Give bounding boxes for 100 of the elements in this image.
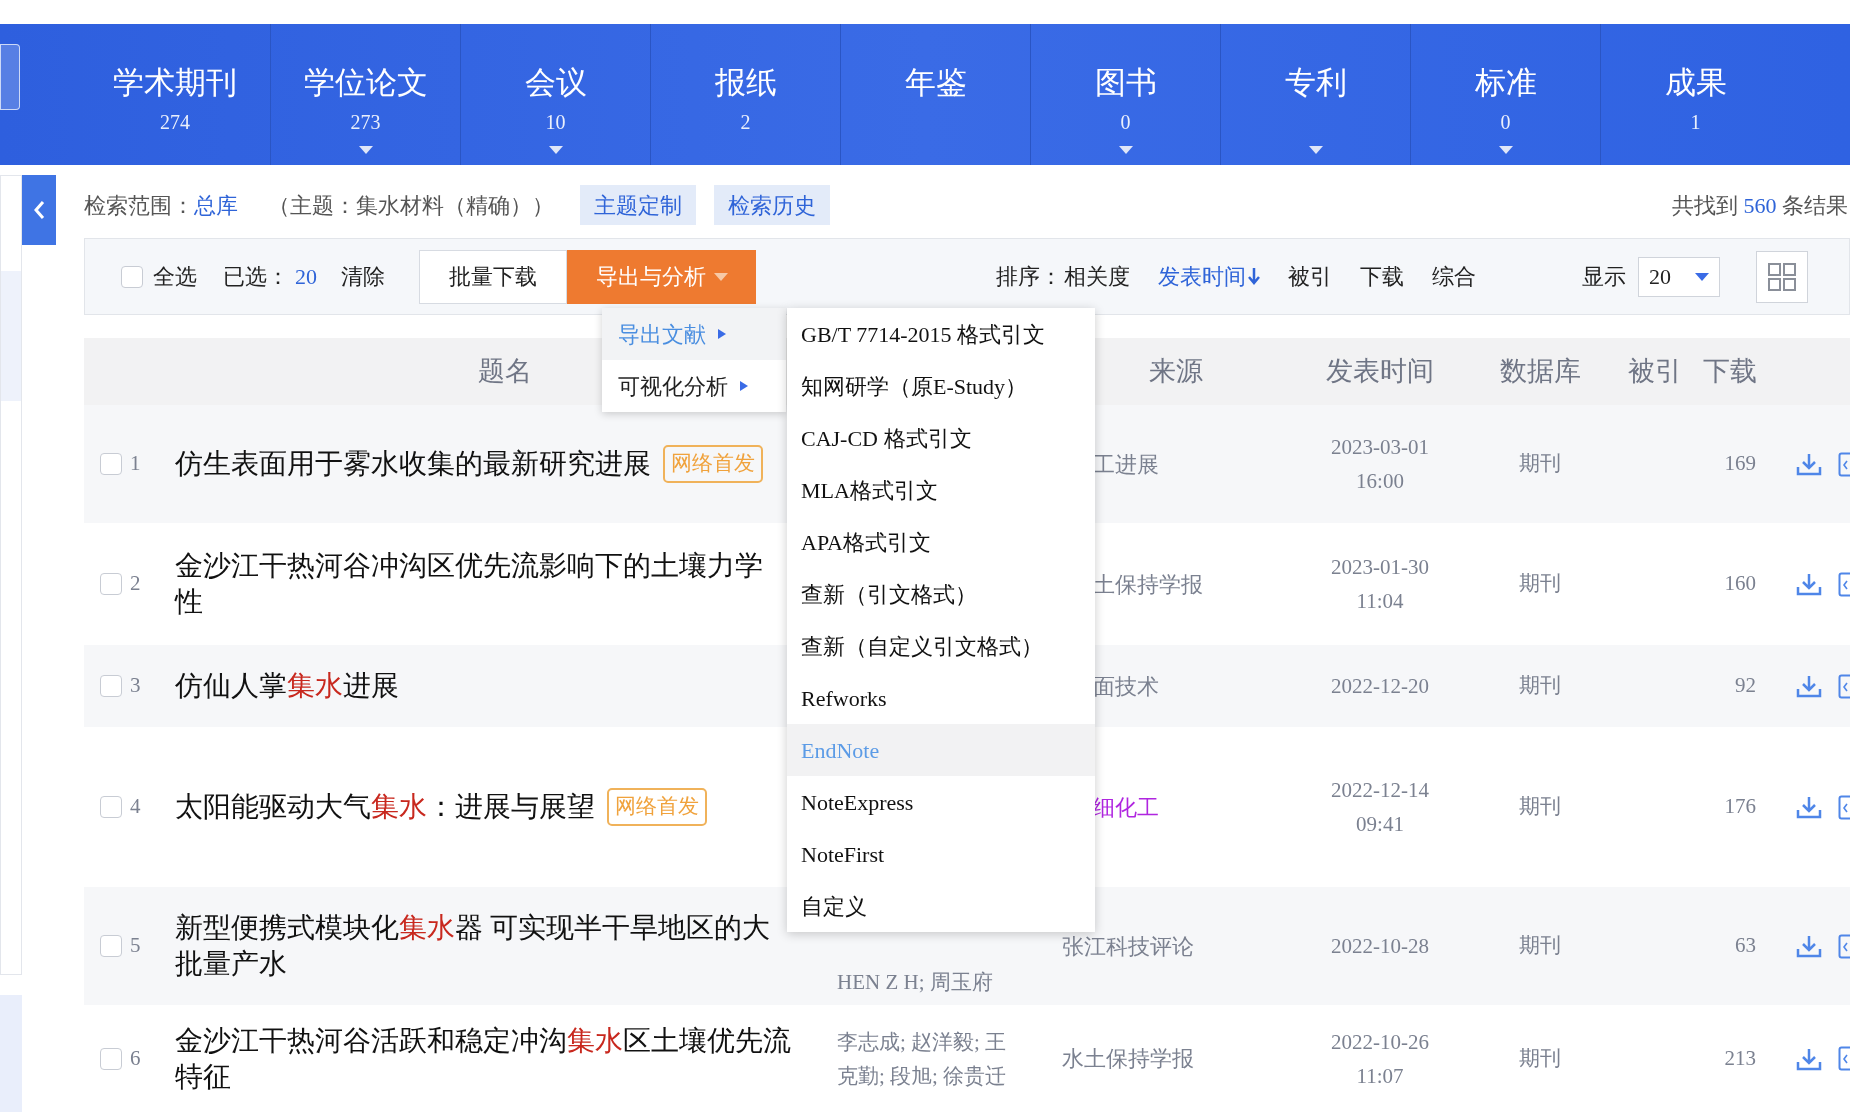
category-tab[interactable]: 年鉴 <box>840 24 1030 165</box>
sort-label: 排序： <box>996 263 1062 291</box>
menu-item[interactable]: 可视化分析 <box>602 360 786 412</box>
sort-option[interactable]: 被引 <box>1288 260 1332 293</box>
download-button[interactable] <box>1796 674 1822 698</box>
author-list: HEN Z H; 周玉府 <box>837 965 1062 999</box>
collapse-button[interactable] <box>22 175 56 245</box>
grid-view-button[interactable] <box>1756 250 1808 303</box>
checkbox[interactable] <box>100 1047 122 1070</box>
database-type: 期刊 <box>1519 672 1561 700</box>
menu-item[interactable]: APA格式引文 <box>787 516 1095 568</box>
column-header[interactable]: 发表时间 <box>1326 351 1434 392</box>
column-header[interactable]: 题名 <box>478 351 532 392</box>
column-header[interactable]: 下载 <box>1703 351 1757 392</box>
menu-item[interactable]: 查新（自定义引文格式） <box>787 620 1095 672</box>
page-size-select[interactable]: 20 <box>1638 256 1720 297</box>
article-title-link[interactable]: 金沙江干热河谷冲沟区优先流影响下的土壤力学 性 <box>175 548 763 620</box>
source-link[interactable]: 水土保持学报 <box>1062 1046 1194 1071</box>
menu-item[interactable]: 查新（引文格式） <box>787 568 1095 620</box>
checkbox[interactable] <box>100 573 122 595</box>
menu-item[interactable]: MLA格式引文 <box>787 464 1095 516</box>
category-tab[interactable]: 专利 <box>1220 24 1410 165</box>
menu-item[interactable]: 自定义 <box>787 880 1095 932</box>
online-first-badge: 网络首发 <box>607 788 707 826</box>
scope-link[interactable]: 总库 <box>194 188 238 222</box>
batch-download-button[interactable]: 批量下载 <box>419 249 567 304</box>
article-title-link[interactable]: 仿生表面用于雾水收集的最新研究进展 <box>175 446 651 482</box>
checkbox[interactable] <box>100 796 122 818</box>
checkbox[interactable] <box>100 675 122 697</box>
sort-option[interactable]: 下载 <box>1360 260 1404 293</box>
download-button[interactable] <box>1796 572 1822 596</box>
source-link[interactable]: 工进展 <box>1093 451 1159 477</box>
source-link[interactable]: 细化工 <box>1093 794 1159 820</box>
download-button[interactable] <box>1796 1046 1822 1071</box>
caret-icon <box>1695 272 1709 281</box>
download-button[interactable] <box>1796 452 1822 476</box>
row-number: 5 <box>130 932 141 960</box>
menu-item[interactable]: GB/T 7714-2015 格式引文 <box>787 308 1095 360</box>
checkbox[interactable] <box>100 935 122 957</box>
category-tab[interactable]: 学术期刊 274 <box>80 24 270 165</box>
category-tab[interactable]: 标准 0 <box>1410 24 1600 165</box>
menu-item[interactable]: Refworks <box>787 672 1095 724</box>
article-title-link[interactable]: 太阳能驱动大气集水：进展与展望 <box>175 789 595 825</box>
scope-button[interactable]: 主题定制 <box>580 185 696 225</box>
arrow-down-icon <box>1248 268 1260 285</box>
category-tab[interactable]: 学位论文 273 <box>270 24 460 165</box>
download-count: 160 <box>1724 570 1756 598</box>
scope-button[interactable]: 检索历史 <box>714 185 830 225</box>
column-header[interactable]: 被引 <box>1628 351 1682 392</box>
result-count-text: 共找到 560 条结果 <box>1672 191 1848 220</box>
category-tab[interactable]: 成果 1 <box>1600 24 1790 165</box>
online-first-badge: 网络首发 <box>663 445 763 483</box>
source-link[interactable]: 面技术 <box>1093 673 1159 699</box>
download-count: 63 <box>1735 932 1756 960</box>
display-label: 显示 <box>1582 263 1626 291</box>
caret-icon <box>713 272 728 281</box>
category-tab[interactable]: 图书 0 <box>1030 24 1220 165</box>
side-box <box>0 44 20 110</box>
download-button[interactable] <box>1796 934 1822 958</box>
database-type: 期刊 <box>1519 932 1561 960</box>
column-header[interactable]: 数据库 <box>1499 351 1581 392</box>
database-type: 期刊 <box>1519 793 1561 821</box>
row-number: 4 <box>130 793 141 821</box>
source-link[interactable]: 土保持学报 <box>1093 571 1203 597</box>
row-number: 1 <box>130 450 141 478</box>
download-icon <box>1796 795 1822 819</box>
author-list: 李志成; 赵洋毅; 王 克勤; 段旭; 徐贵迁 <box>837 1024 1062 1093</box>
download-icon <box>1796 934 1822 958</box>
sort-option[interactable]: 综合 <box>1432 260 1476 293</box>
sort-option[interactable]: 相关度 <box>1064 260 1130 293</box>
menu-item[interactable]: 导出文献 <box>602 308 786 360</box>
category-tab[interactable]: 会议 10 <box>460 24 650 165</box>
selected-count: 20 <box>295 263 317 291</box>
download-icon <box>1796 452 1822 476</box>
menu-item[interactable]: NoteFirst <box>787 828 1095 880</box>
category-tab[interactable]: 报纸 2 <box>650 24 840 165</box>
checkbox[interactable] <box>121 265 143 288</box>
download-button[interactable] <box>1796 795 1822 819</box>
checkbox[interactable] <box>100 453 122 475</box>
clear-button[interactable]: 清除 <box>341 260 385 293</box>
export-button[interactable]: 导出与分析 <box>567 249 756 304</box>
source-link[interactable]: 张江科技评论 <box>1062 933 1194 959</box>
menu-item[interactable]: NoteExpress <box>787 776 1095 828</box>
article-title-link[interactable]: 仿仙人掌集水进展 <box>175 668 399 704</box>
sort-option[interactable]: 发表时间 <box>1158 260 1260 293</box>
caret-icon <box>359 146 373 154</box>
article-title-link[interactable]: 金沙江干热河谷活跃和稳定冲沟集水区土壤优先流 特征 <box>175 1022 791 1095</box>
menu-item[interactable]: CAJ-CD 格式引文 <box>787 412 1095 464</box>
row-number: 2 <box>130 570 141 598</box>
download-icon <box>1796 572 1822 596</box>
download-count: 213 <box>1724 1044 1756 1072</box>
publish-date: 2023-01-30 11:04 <box>1331 554 1429 615</box>
caret-icon <box>1309 146 1323 154</box>
select-all-label: 全选 <box>153 263 197 291</box>
download-count: 92 <box>1735 672 1756 700</box>
download-count: 176 <box>1724 793 1756 821</box>
menu-item[interactable]: 知网研学（原E-Study） <box>787 360 1095 412</box>
download-icon <box>1796 1046 1822 1071</box>
article-title-link[interactable]: 新型便携式模块化集水器 可实现半干旱地区的大 批量产水 <box>175 910 770 982</box>
column-header[interactable]: 来源 <box>1149 351 1203 392</box>
